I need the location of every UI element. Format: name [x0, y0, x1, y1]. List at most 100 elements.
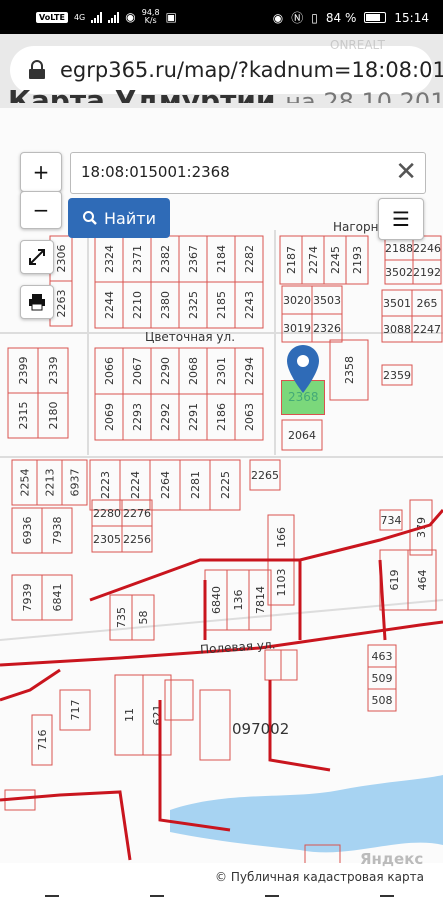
zoom-out-button[interactable]: − — [20, 191, 62, 229]
parcel-number: 2291 — [187, 403, 200, 431]
clock: 15:14 — [394, 10, 429, 25]
map-attribution[interactable]: © Публичная кадастровая карта — [215, 870, 424, 884]
parcel-number: 2247 — [413, 323, 441, 336]
parcel-number: 3503 — [313, 294, 341, 307]
parcel-number: 2324 — [103, 245, 116, 273]
parcel-number: 6840 — [210, 586, 223, 614]
parcel-number: 717 — [69, 700, 82, 721]
parcel-number: 2290 — [159, 357, 172, 385]
parcel-number: 464 — [416, 570, 429, 591]
parcel-number: 2184 — [215, 245, 228, 273]
parcel-number: 265 — [417, 297, 438, 310]
quarter-label: 097002 — [232, 720, 290, 738]
parcel-number: 3088 — [383, 323, 411, 336]
parcel-number: 2192 — [413, 266, 441, 279]
parcel-number: 58 — [137, 611, 150, 625]
parcel-number: 2305 — [93, 533, 121, 546]
parcel-number: 2243 — [243, 291, 256, 319]
parcel-number: 2367 — [187, 245, 200, 273]
parcel-number: 7939 — [21, 584, 34, 612]
battery-icon — [364, 12, 387, 23]
printer-icon — [29, 294, 45, 311]
parcel-number: 2063 — [243, 403, 256, 431]
parcel-number: 2281 — [189, 471, 202, 499]
parcel-number: 509 — [372, 672, 393, 685]
parcel-number: 2282 — [243, 245, 256, 273]
fullscreen-button[interactable] — [20, 240, 54, 274]
parcel-number: 2180 — [47, 402, 60, 430]
parcel-number: 2326 — [313, 322, 341, 335]
parcel-number: 2382 — [159, 245, 172, 273]
parcel-number: 2223 — [99, 471, 112, 499]
parcel-number: 2274 — [307, 246, 320, 274]
parcel-number: 2399 — [17, 357, 30, 385]
battery-percent: 84 % — [325, 10, 357, 25]
parcel-number: 2306 — [55, 245, 68, 273]
search-icon — [83, 211, 97, 225]
parcel-number: 735 — [115, 607, 128, 628]
eye-icon: ◉ — [272, 10, 284, 25]
parcel-number: 2264 — [159, 471, 172, 499]
cadastral-number-input[interactable] — [71, 153, 381, 191]
parcel-number: 2213 — [44, 469, 57, 497]
bookmark-icon[interactable] — [150, 895, 164, 903]
close-icon[interactable]: ✕ — [395, 157, 417, 187]
parcel-number: 2246 — [413, 242, 441, 255]
find-button-label: Найти — [104, 208, 156, 228]
parcel-number: 2256 — [123, 533, 151, 546]
parcel-number: 7938 — [51, 517, 64, 545]
parcel-number: 1103 — [275, 569, 288, 597]
parcel-number: 2315 — [17, 402, 30, 430]
find-button[interactable]: Найти — [68, 198, 170, 238]
signal-icon — [91, 11, 103, 23]
share-icon[interactable] — [45, 895, 59, 903]
street-label-nagornaya: Нагорн — [333, 220, 379, 234]
parcel-number: 2359 — [383, 369, 411, 382]
parcel-number: 2276 — [123, 507, 151, 520]
network-speed: 94,8 K/s — [141, 8, 160, 25]
parcel-number: 2292 — [159, 403, 172, 431]
parcel-number: 6841 — [51, 584, 64, 612]
parcel-number: 2301 — [215, 357, 228, 385]
map-marker-icon[interactable] — [287, 345, 319, 395]
parcel-number: 2224 — [129, 471, 142, 499]
parcel-number: 3020 — [283, 294, 311, 307]
parcel-number: 2210 — [131, 291, 144, 319]
delete-icon[interactable] — [265, 895, 279, 903]
parcel-number: 734 — [381, 514, 402, 527]
zoom-in-button[interactable]: + — [20, 152, 62, 192]
yandex-logo: Яндекс — [360, 850, 424, 868]
parcel-number: 2339 — [47, 357, 60, 385]
parcel-number: 6936 — [21, 517, 34, 545]
cadastral-map[interactable]: 2324 2371 2382 2367 2184 2282 2244 2210 2380 2325… — [0, 108, 443, 863]
parcel-number: 2069 — [103, 403, 116, 431]
parcel-number: 2263 — [55, 290, 68, 318]
parcel-number: 621 — [151, 705, 164, 726]
parcel-number: 3501 — [383, 297, 411, 310]
site-info-icon[interactable] — [26, 60, 48, 80]
parcel-number: 2325 — [187, 291, 200, 319]
signal-2-icon — [108, 11, 120, 23]
parcel-number: 2358 — [343, 356, 356, 384]
parcel-number: 2188 — [385, 242, 413, 255]
network-type: 4G — [73, 12, 86, 22]
parcel-number: 166 — [275, 527, 288, 548]
parcel-number: 7814 — [254, 586, 267, 614]
parcel-number: 11 — [123, 708, 136, 722]
url-text[interactable]: egrp365.ru/map/?kadnum=18:08:01 — [60, 58, 443, 82]
parcel-number: 463 — [372, 650, 393, 663]
parcel-number: 2225 — [219, 471, 232, 499]
layers-menu-button[interactable]: ☰ — [378, 198, 424, 240]
parcel-number: 2371 — [131, 245, 144, 273]
print-button[interactable] — [20, 285, 54, 319]
parcel-number: 6937 — [69, 469, 82, 497]
parcel-number: 2245 — [329, 246, 342, 274]
parcel-number: 2068 — [187, 357, 200, 385]
more-icon[interactable] — [380, 895, 394, 903]
cadastral-search-box[interactable]: ✕ — [70, 152, 426, 194]
nfc-icon: Ⓝ — [291, 11, 304, 25]
parcel-number: 508 — [372, 694, 393, 707]
street-label-tsvetochnaya: Цветочная ул. — [145, 330, 236, 344]
watermark: ONREALT — [330, 38, 385, 52]
parcel-number: 2380 — [159, 291, 172, 319]
